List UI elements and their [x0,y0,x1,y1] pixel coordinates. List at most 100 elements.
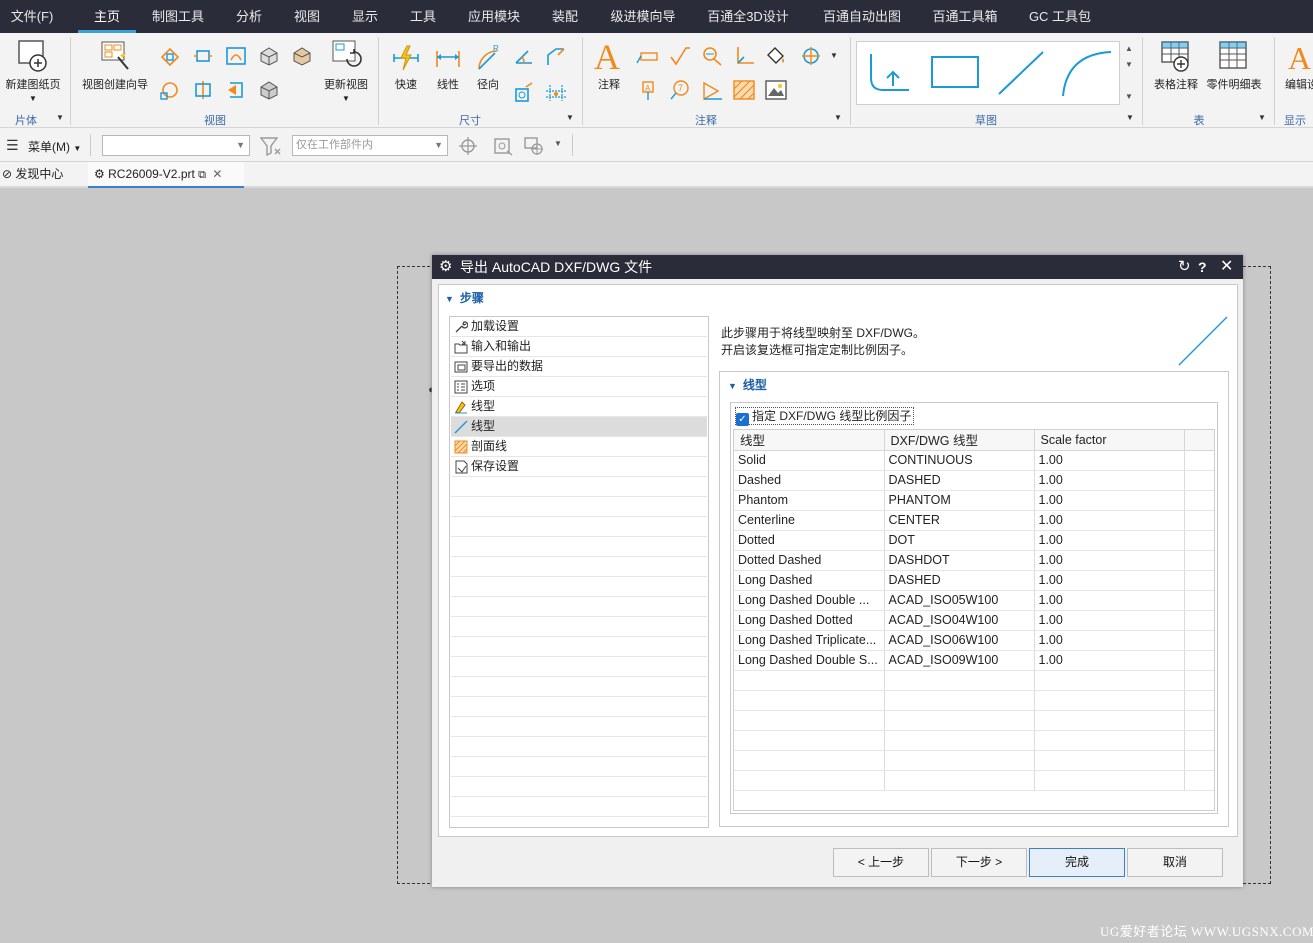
radial-dimension-button[interactable]: R 径向 [470,43,506,92]
target-point-icon[interactable] [800,45,824,67]
table-row[interactable]: Phantom PHANTOM 1.00 [734,490,1214,511]
menu-tab-applications[interactable]: 应用模块 [458,0,530,33]
new-sheet-button[interactable]: 新建图纸页 ▼ [2,39,64,103]
table-row[interactable]: Long Dashed Dotted ACAD_ISO04W100 1.00 [734,610,1214,631]
cancel-button[interactable]: 取消 [1127,848,1223,877]
step-input-output[interactable]: 输入和输出 [451,337,707,357]
back-button[interactable]: < 上一步 [833,848,929,877]
menu-button[interactable]: 菜单(M) ▼ [28,138,81,155]
column-header-dxf-linetype[interactable]: DXF/DWG 线型 [884,430,1035,451]
datum-feature-icon[interactable] [700,79,724,101]
point-on-curve-icon[interactable] [522,135,548,157]
menu-tab-analysis[interactable]: 分析 [224,0,274,33]
thickness-dimension-icon[interactable] [512,81,536,103]
group-sketch-dropdown-icon[interactable]: ▼ [1126,113,1134,122]
weld-symbol-icon[interactable] [732,45,756,67]
sketch-gallery-scroll[interactable]: ▲ ▼ ▼ [1122,41,1136,105]
step-hatch[interactable]: 剖面线 [451,437,707,457]
target-dropdown-icon[interactable]: ▼ [830,51,838,60]
cell-scale-factor[interactable]: 1.00 [1034,650,1185,671]
next-button[interactable]: 下一步 > [931,848,1027,877]
table-row[interactable]: Centerline CENTER 1.00 [734,510,1214,531]
steps-header[interactable]: ▼ 步骤 [445,289,484,306]
half-section-icon[interactable] [191,79,215,101]
reset-icon[interactable]: ↻ [1178,255,1191,279]
finish-button[interactable]: 完成 [1029,848,1125,877]
break-view-icon[interactable] [290,45,314,67]
column-header-linetype[interactable]: 线型 [734,430,885,451]
tab-discovery-center[interactable]: ⊘ 发现中心 [0,162,63,186]
projected-view-icon[interactable] [191,45,215,67]
revolved-section-icon[interactable] [224,79,248,101]
section-view-icon[interactable] [257,45,281,67]
table-row[interactable]: Dashed DASHED 1.00 [734,470,1214,491]
step-load-settings[interactable]: 加载设置 [451,317,707,337]
chevron-down-icon[interactable]: ▼ [320,94,372,103]
section-line-icon[interactable] [158,79,182,101]
base-view-icon[interactable] [158,45,182,67]
sketch-profile-icon[interactable] [865,48,913,98]
update-view-button[interactable]: 更新视图 ▼ [320,39,372,103]
menu-tab-home[interactable]: 主页 [78,0,136,33]
cell-scale-factor[interactable]: 1.00 [1034,570,1185,591]
step-data-to-export[interactable]: 要导出的数据 [451,357,707,377]
cell-scale-factor[interactable]: 1.00 [1034,530,1185,551]
parts-list-button[interactable]: 零件明细表 [1204,39,1264,92]
type-filter-combo[interactable]: ▼ [102,135,250,156]
linetype-group-header[interactable]: ▼ 线型 [728,376,767,393]
menu-tab-baitong-drawing[interactable]: 百通自动出图 [812,0,912,33]
select-filter-icon[interactable] [456,135,482,157]
surface-finish-icon[interactable] [668,45,692,67]
view-wizard-button[interactable]: 视图创建向导 [78,39,152,92]
sketch-arc-icon[interactable] [1059,48,1115,98]
image-icon[interactable] [764,79,788,101]
menu-tab-baitong-toolbox[interactable]: 百通工具箱 [922,0,1008,33]
table-row[interactable]: Long Dashed DASHED 1.00 [734,570,1214,591]
snap-point-icon[interactable] [490,135,516,157]
cell-scale-factor[interactable]: 1.00 [1034,610,1185,631]
menu-tab-baitong-3d[interactable]: 百通全3D设计 [696,0,800,33]
feature-control-frame-icon[interactable] [636,45,660,67]
hamburger-icon[interactable]: ☰ [6,137,19,154]
detail-view-icon[interactable] [224,45,248,67]
cell-scale-factor[interactable]: 1.00 [1034,490,1185,511]
menu-tab-gc-toolkit[interactable]: GC 工具包 [1018,0,1102,33]
close-tab-icon[interactable]: ✕ [212,167,222,181]
chevron-down-icon[interactable]: ▼ [554,139,562,148]
fill-bucket-icon[interactable] [764,45,788,67]
help-icon[interactable]: ? [1198,255,1207,279]
menu-tab-drafting-tools[interactable]: 制图工具 [142,0,214,33]
menu-tab-assembly[interactable]: 装配 [540,0,590,33]
menu-tab-tools[interactable]: 工具 [398,0,448,33]
table-row[interactable]: Dotted DOT 1.00 [734,530,1214,551]
group-table-dropdown-icon[interactable]: ▼ [1258,113,1266,122]
table-row[interactable]: Dotted Dashed DASHDOT 1.00 [734,550,1214,571]
step-linetype[interactable]: 线型 [451,417,707,437]
checkbox-checked-icon[interactable]: ✓ [736,413,749,426]
linear-dimension-button[interactable]: 线性 [430,43,466,92]
ordinate-dimension-icon[interactable] [544,81,568,103]
cell-scale-factor[interactable]: 1.00 [1034,510,1185,531]
cell-scale-factor[interactable]: 1.00 [1034,550,1185,571]
hatch-fill-icon[interactable] [732,79,756,101]
sketch-rectangle-icon[interactable] [929,54,981,90]
sketch-line-icon[interactable] [995,48,1047,98]
chevron-down-icon[interactable]: ▼ [2,94,64,103]
scale-factor-checkbox-row[interactable]: ✓ 指定 DXF/DWG 线型比例因子 [735,407,915,426]
menu-tab-file[interactable]: 文件(F) [0,0,64,33]
group-annotation-dropdown-icon[interactable]: ▼ [834,113,842,122]
cell-scale-factor[interactable]: 1.00 [1034,630,1185,651]
view-solid-icon[interactable] [257,79,281,101]
step-options[interactable]: 选项 [451,377,707,397]
menu-tab-view[interactable]: 视图 [282,0,332,33]
dialog-title-bar[interactable]: ⚙ 导出 AutoCAD DXF/DWG 文件 ↻ ? ✕ [432,255,1243,279]
edit-settings-button[interactable]: A 编辑设 [1280,39,1313,92]
cell-scale-factor[interactable]: 1.00 [1034,470,1185,491]
menu-tab-display[interactable]: 显示 [340,0,390,33]
quick-dimension-button[interactable]: 快速 [388,43,424,92]
scope-combo[interactable]: 仅在工作部件内 ▼ [292,135,448,156]
note-button[interactable]: A 注释 [590,37,628,92]
table-row[interactable]: Long Dashed Double S... ACAD_ISO09W100 1.0… [734,650,1214,671]
angular-dimension-icon[interactable] [512,45,536,67]
table-row[interactable]: Long Dashed Triplicate... ACAD_ISO06W100 1… [734,630,1214,651]
